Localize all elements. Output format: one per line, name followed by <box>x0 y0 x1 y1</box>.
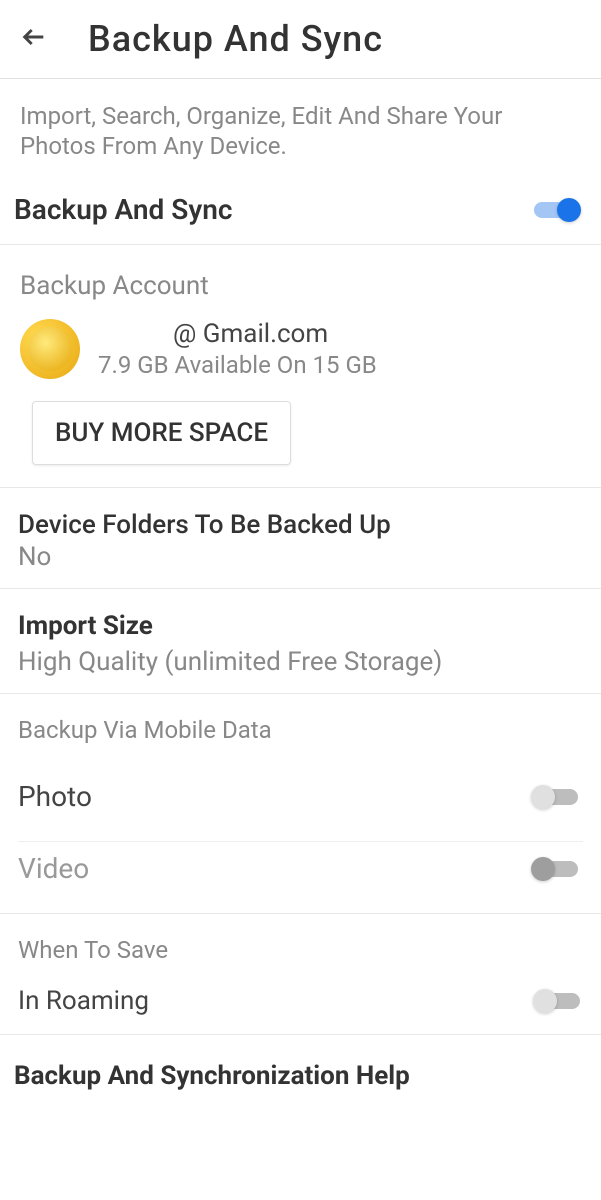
device-folders-title: Device Folders To Be Backed Up <box>18 510 583 540</box>
photo-toggle-row[interactable]: Photo <box>18 770 583 842</box>
mobile-data-section: Backup Via Mobile Data Photo Video <box>0 694 601 913</box>
roaming-toggle-row[interactable]: In Roaming <box>18 986 583 1016</box>
help-title: Backup And Synchronization Help <box>14 1061 583 1091</box>
video-label: Video <box>18 852 89 885</box>
backup-account-section: Backup Account @ Gmail.com 7.9 GB Availa… <box>0 245 601 488</box>
app-header: Backup And Sync <box>0 0 601 79</box>
account-storage: 7.9 GB Available On 15 GB <box>98 351 581 379</box>
import-size-setting[interactable]: Import Size High Quality (unlimited Free… <box>0 589 601 694</box>
video-toggle[interactable] <box>531 857 581 881</box>
video-toggle-row[interactable]: Video <box>18 842 583 913</box>
device-folders-value: No <box>18 542 583 572</box>
backup-sync-toggle-row[interactable]: Backup And Sync <box>0 173 601 245</box>
roaming-label: In Roaming <box>18 986 149 1016</box>
back-button[interactable] <box>20 23 48 55</box>
backup-sync-label: Backup And Sync <box>14 193 232 226</box>
arrow-left-icon <box>20 23 48 51</box>
account-email: @ Gmail.com <box>173 319 581 349</box>
import-size-value: High Quality (unlimited Free Storage) <box>18 647 583 677</box>
mobile-data-title: Backup Via Mobile Data <box>18 716 583 744</box>
device-folders-setting[interactable]: Device Folders To Be Backed Up No <box>0 488 601 589</box>
account-row[interactable]: @ Gmail.com 7.9 GB Available On 15 GB <box>20 319 581 379</box>
roaming-toggle[interactable] <box>533 989 583 1013</box>
buy-space-button[interactable]: BUY MORE SPACE <box>32 401 291 465</box>
account-avatar <box>20 319 80 379</box>
photo-label: Photo <box>18 780 92 813</box>
photo-toggle[interactable] <box>531 785 581 809</box>
import-size-title: Import Size <box>18 611 583 641</box>
help-section[interactable]: Backup And Synchronization Help <box>0 1035 601 1109</box>
backup-sync-toggle[interactable] <box>531 198 581 222</box>
page-title: Backup And Sync <box>88 18 383 60</box>
description-text: Import, Search, Organize, Edit And Share… <box>0 79 601 173</box>
when-to-save-section: When To Save In Roaming <box>0 913 601 1035</box>
backup-account-title: Backup Account <box>20 271 581 301</box>
when-to-save-title: When To Save <box>18 936 583 964</box>
